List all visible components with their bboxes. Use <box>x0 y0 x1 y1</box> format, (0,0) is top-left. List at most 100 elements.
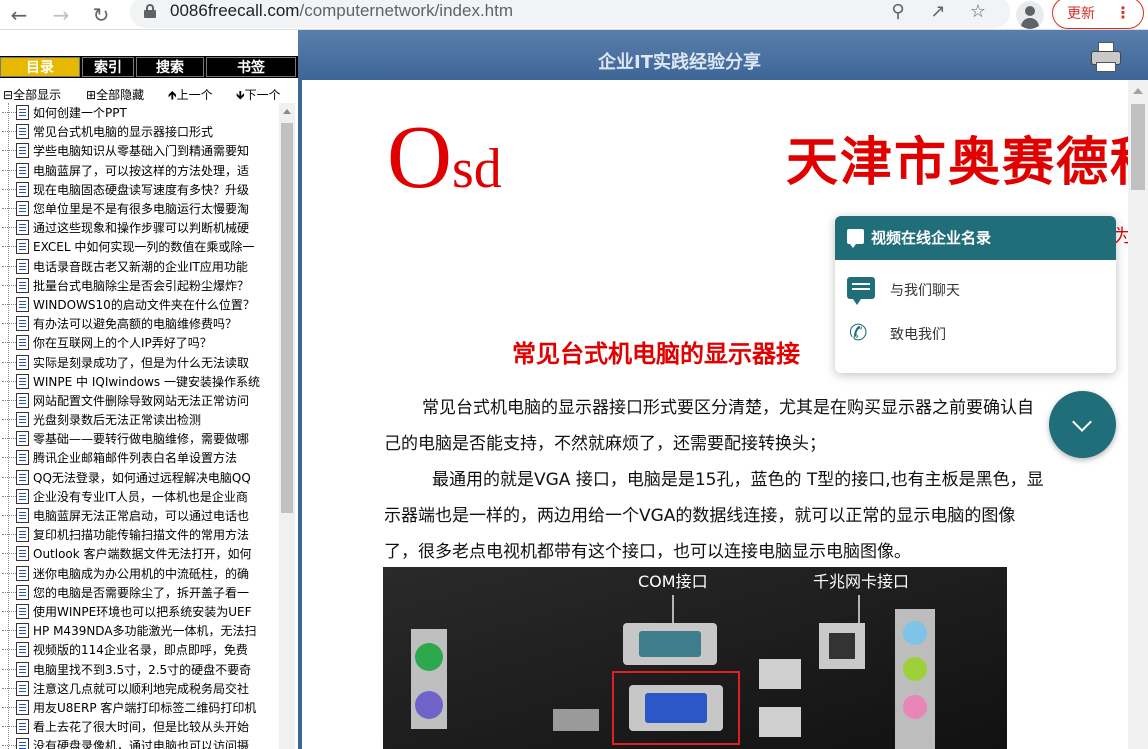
bookmark-star-icon[interactable]: ☆ <box>966 0 990 23</box>
tree-item[interactable]: HP M439NDA多功能激光一体机，无法扫 <box>0 621 279 640</box>
tree-item-label[interactable]: 有办法可以避免高额的电脑维修费吗？ <box>33 315 237 332</box>
call-us-button[interactable]: ✆ 致电我们 <box>835 317 1116 353</box>
tree-item-label[interactable]: 现在电脑固态硬盘读写速度有多快？升级 <box>33 181 249 198</box>
tree-item-label[interactable]: 您的电脑是否需要除尘了，拆开盖子看一 <box>33 584 249 601</box>
tree-item-label[interactable]: 用友U8ERP 客户端打印标签二维码打印机 <box>33 699 256 716</box>
tab-search[interactable]: 搜索 <box>136 57 204 77</box>
tab-index[interactable]: 索引 <box>82 57 134 77</box>
scroll-thumb[interactable] <box>281 123 293 513</box>
tree-item[interactable]: 网站配置文件删除导致网站无法正常访问 <box>0 391 279 410</box>
tree-item-label[interactable]: 常见台式机电脑的显示器接口形式 <box>33 123 214 141</box>
profile-avatar[interactable] <box>1016 1 1044 29</box>
tree-item[interactable]: 迷你电脑成为办公用机的中流砥柱，的确 <box>0 564 279 583</box>
tree-item[interactable]: 使用WINPE环境也可以把系统安装为UEF <box>0 602 279 621</box>
tree-item[interactable]: 复印机扫描功能传输扫描文件的常用方法 <box>0 525 279 544</box>
tree-item-label[interactable]: HP M439NDA多功能激光一体机，无法扫 <box>33 622 257 639</box>
tree-item[interactable]: Outlook 客户端数据文件无法打开，如何 <box>0 544 279 563</box>
tree-item-label[interactable]: 迷你电脑成为办公用机的中流砥柱，的确 <box>33 565 249 582</box>
tree-item-label[interactable]: 如何创建一个PPT <box>33 104 127 121</box>
scroll-thumb[interactable] <box>1131 104 1145 190</box>
tree-item[interactable]: WINPE 中 IQIwindows 一键安装操作系统 <box>0 372 279 391</box>
scroll-up-icon[interactable] <box>1133 88 1143 94</box>
lock-icon[interactable] <box>144 4 156 18</box>
tree-item-label[interactable]: 光盘刻录数后无法正常读出检测 <box>33 411 201 428</box>
show-all-button[interactable]: ⊟全部显示 <box>3 86 61 103</box>
tree-item[interactable]: 批量台式电脑除尘是否会引起粉尘爆炸？ <box>0 276 279 295</box>
tree-item[interactable]: 用友U8ERP 客户端打印标签二维码打印机 <box>0 698 279 717</box>
tree-item[interactable]: 企业没有专业IT人员，一体机也是企业商 <box>0 487 279 506</box>
tree-item[interactable]: 常见台式机电脑的显示器接口形式 <box>0 122 279 141</box>
tree-item[interactable]: EXCEL 中如何实现一列的数值在乘或除一 <box>0 237 279 256</box>
tree-item-label[interactable]: EXCEL 中如何实现一列的数值在乘或除一 <box>33 238 254 255</box>
tab-bookmarks[interactable]: 书签 <box>206 57 296 77</box>
tree-item-label[interactable]: 实际是刻录成功了，但是为什么无法读取 <box>33 354 249 371</box>
tree-item[interactable]: 电脑里找不到3.5寸，2.5寸的硬盘不要奇 <box>0 659 279 678</box>
tree-item[interactable]: 你在互联网上的个人IP弄好了吗？ <box>0 333 279 352</box>
tree-item-label[interactable]: 你在互联网上的个人IP弄好了吗？ <box>33 334 212 351</box>
tree-item[interactable]: 零基础——要转行做电脑维修，需要做哪 <box>0 429 279 448</box>
tree-item-label[interactable]: 视频版的114企业名录，即点即呼，免费 <box>33 641 248 658</box>
tree-item[interactable]: 看上去花了很大时间，但是比较从头开始 <box>0 717 279 736</box>
tree-item[interactable]: QQ无法登录，如何通过远程解决电脑QQ <box>0 468 279 487</box>
tree-item[interactable]: 有办法可以避免高额的电脑维修费吗？ <box>0 314 279 333</box>
tree-item-label[interactable]: 电话录音既古老又新潮的企业IT应用功能 <box>33 258 248 275</box>
tree-item[interactable]: 如何创建一个PPT <box>0 103 279 122</box>
tree-connector <box>2 419 16 421</box>
forward-icon[interactable]: → <box>48 2 74 28</box>
print-icon[interactable] <box>1090 42 1122 74</box>
tab-contents[interactable]: 目录 <box>0 57 80 77</box>
tree-item-label[interactable]: 电脑蓝屏无法正常启动，可以通过电话也 <box>33 507 249 524</box>
tree-item[interactable]: WINDOWS10的启动文件夹在什么位置？ <box>0 295 279 314</box>
tree-item-label[interactable]: 网站配置文件删除导致网站无法正常访问 <box>33 392 249 409</box>
tree-item-label[interactable]: 批量台式电脑除尘是否会引起粉尘爆炸？ <box>33 277 249 294</box>
tree-item[interactable]: 电脑蓝屏了，可以按这样的方法处理，适 <box>0 161 279 180</box>
tree-item-label[interactable]: 电脑蓝屏了，可以按这样的方法处理，适 <box>33 162 249 179</box>
zoom-icon[interactable]: ⚲ <box>886 0 910 23</box>
content-scrollbar[interactable] <box>1128 80 1148 749</box>
tree-item-label[interactable]: 企业没有专业IT人员，一体机也是企业商 <box>33 488 248 505</box>
tree-item[interactable]: 光盘刻录数后无法正常读出检测 <box>0 410 279 429</box>
tree-item[interactable]: 电话录音既古老又新潮的企业IT应用功能 <box>0 257 279 276</box>
tree-item[interactable]: 腾讯企业邮箱邮件列表白名单设置方法 <box>0 448 279 467</box>
tree-item[interactable]: 注意这几点就可以顺利地完成税务局交社 <box>0 679 279 698</box>
tree-item[interactable]: 电脑蓝屏无法正常启动，可以通过电话也 <box>0 506 279 525</box>
tree-item[interactable]: 您单位里是不是有很多电脑运行太慢要淘 <box>0 199 279 218</box>
hide-all-button[interactable]: ⊞全部隐藏 <box>86 86 144 103</box>
back-icon[interactable]: ← <box>6 2 32 28</box>
url-text[interactable]: 0086freecall.com/computernetwork/index.h… <box>170 1 513 21</box>
tree-item[interactable]: 现在电脑固态硬盘读写速度有多快？升级 <box>0 180 279 199</box>
tree-item-label[interactable]: QQ无法登录，如何通过远程解决电脑QQ <box>33 469 251 486</box>
tree-item-label[interactable]: 电脑里找不到3.5寸，2.5寸的硬盘不要奇 <box>33 661 251 678</box>
chat-toggle-button[interactable] <box>1049 391 1116 458</box>
more-menu-icon[interactable]: ⋮ <box>1115 1 1131 25</box>
tree-item-label[interactable]: 零基础——要转行做电脑维修，需要做哪 <box>33 430 249 447</box>
tree-item-label[interactable]: 使用WINPE环境也可以把系统安装为UEF <box>33 603 251 620</box>
tree-item-label[interactable]: 复印机扫描功能传输扫描文件的常用方法 <box>33 526 249 543</box>
tree-item-label[interactable]: 看上去花了很大时间，但是比较从头开始 <box>33 718 249 735</box>
tree-item[interactable]: 通过这些现象和操作步骤可以判断机械硬 <box>0 218 279 237</box>
tree-item[interactable]: 您的电脑是否需要除尘了，拆开盖子看一 <box>0 583 279 602</box>
tree-item[interactable]: 没有硬盘录像机，通过电脑也可以访问摄 <box>0 736 279 749</box>
chat-with-us-button[interactable]: 与我们聊天 <box>835 273 1116 309</box>
reload-icon[interactable]: ↻ <box>88 2 114 28</box>
tree-item-label[interactable]: Outlook 客户端数据文件无法打开，如何 <box>33 545 252 562</box>
document-icon <box>16 565 29 581</box>
tree-item-label[interactable]: 学些电脑知识从零基础入门到精通需要知 <box>33 142 249 159</box>
tree-item-label[interactable]: 注意这几点就可以顺利地完成税务局交社 <box>33 680 249 697</box>
document-icon <box>16 124 29 140</box>
scroll-up-icon[interactable] <box>283 109 291 114</box>
tree-item-label[interactable]: 您单位里是不是有很多电脑运行太慢要淘 <box>33 200 249 217</box>
tree-item-label[interactable]: 腾讯企业邮箱邮件列表白名单设置方法 <box>33 449 237 466</box>
document-icon <box>16 431 29 447</box>
tree-item[interactable]: 实际是刻录成功了，但是为什么无法读取 <box>0 352 279 371</box>
update-button[interactable]: 更新 ⋮ <box>1052 0 1144 29</box>
tree-item[interactable]: 视频版的114企业名录，即点即呼，免费 <box>0 640 279 659</box>
share-icon[interactable]: ↗ <box>926 0 950 23</box>
tree-item-label[interactable]: 没有硬盘录像机，通过电脑也可以访问摄 <box>33 737 249 749</box>
tree-item-label[interactable]: 通过这些现象和操作步骤可以判断机械硬 <box>33 219 249 236</box>
left-scrollbar[interactable] <box>279 103 295 749</box>
tree-item[interactable]: 学些电脑知识从零基础入门到精通需要知 <box>0 141 279 160</box>
tree-item-label[interactable]: WINDOWS10的启动文件夹在什么位置？ <box>33 296 255 313</box>
address-bar[interactable]: 0086freecall.com/computernetwork/index.h… <box>130 0 1010 28</box>
tree-item-label[interactable]: WINPE 中 IQIwindows 一键安装操作系统 <box>33 373 260 390</box>
